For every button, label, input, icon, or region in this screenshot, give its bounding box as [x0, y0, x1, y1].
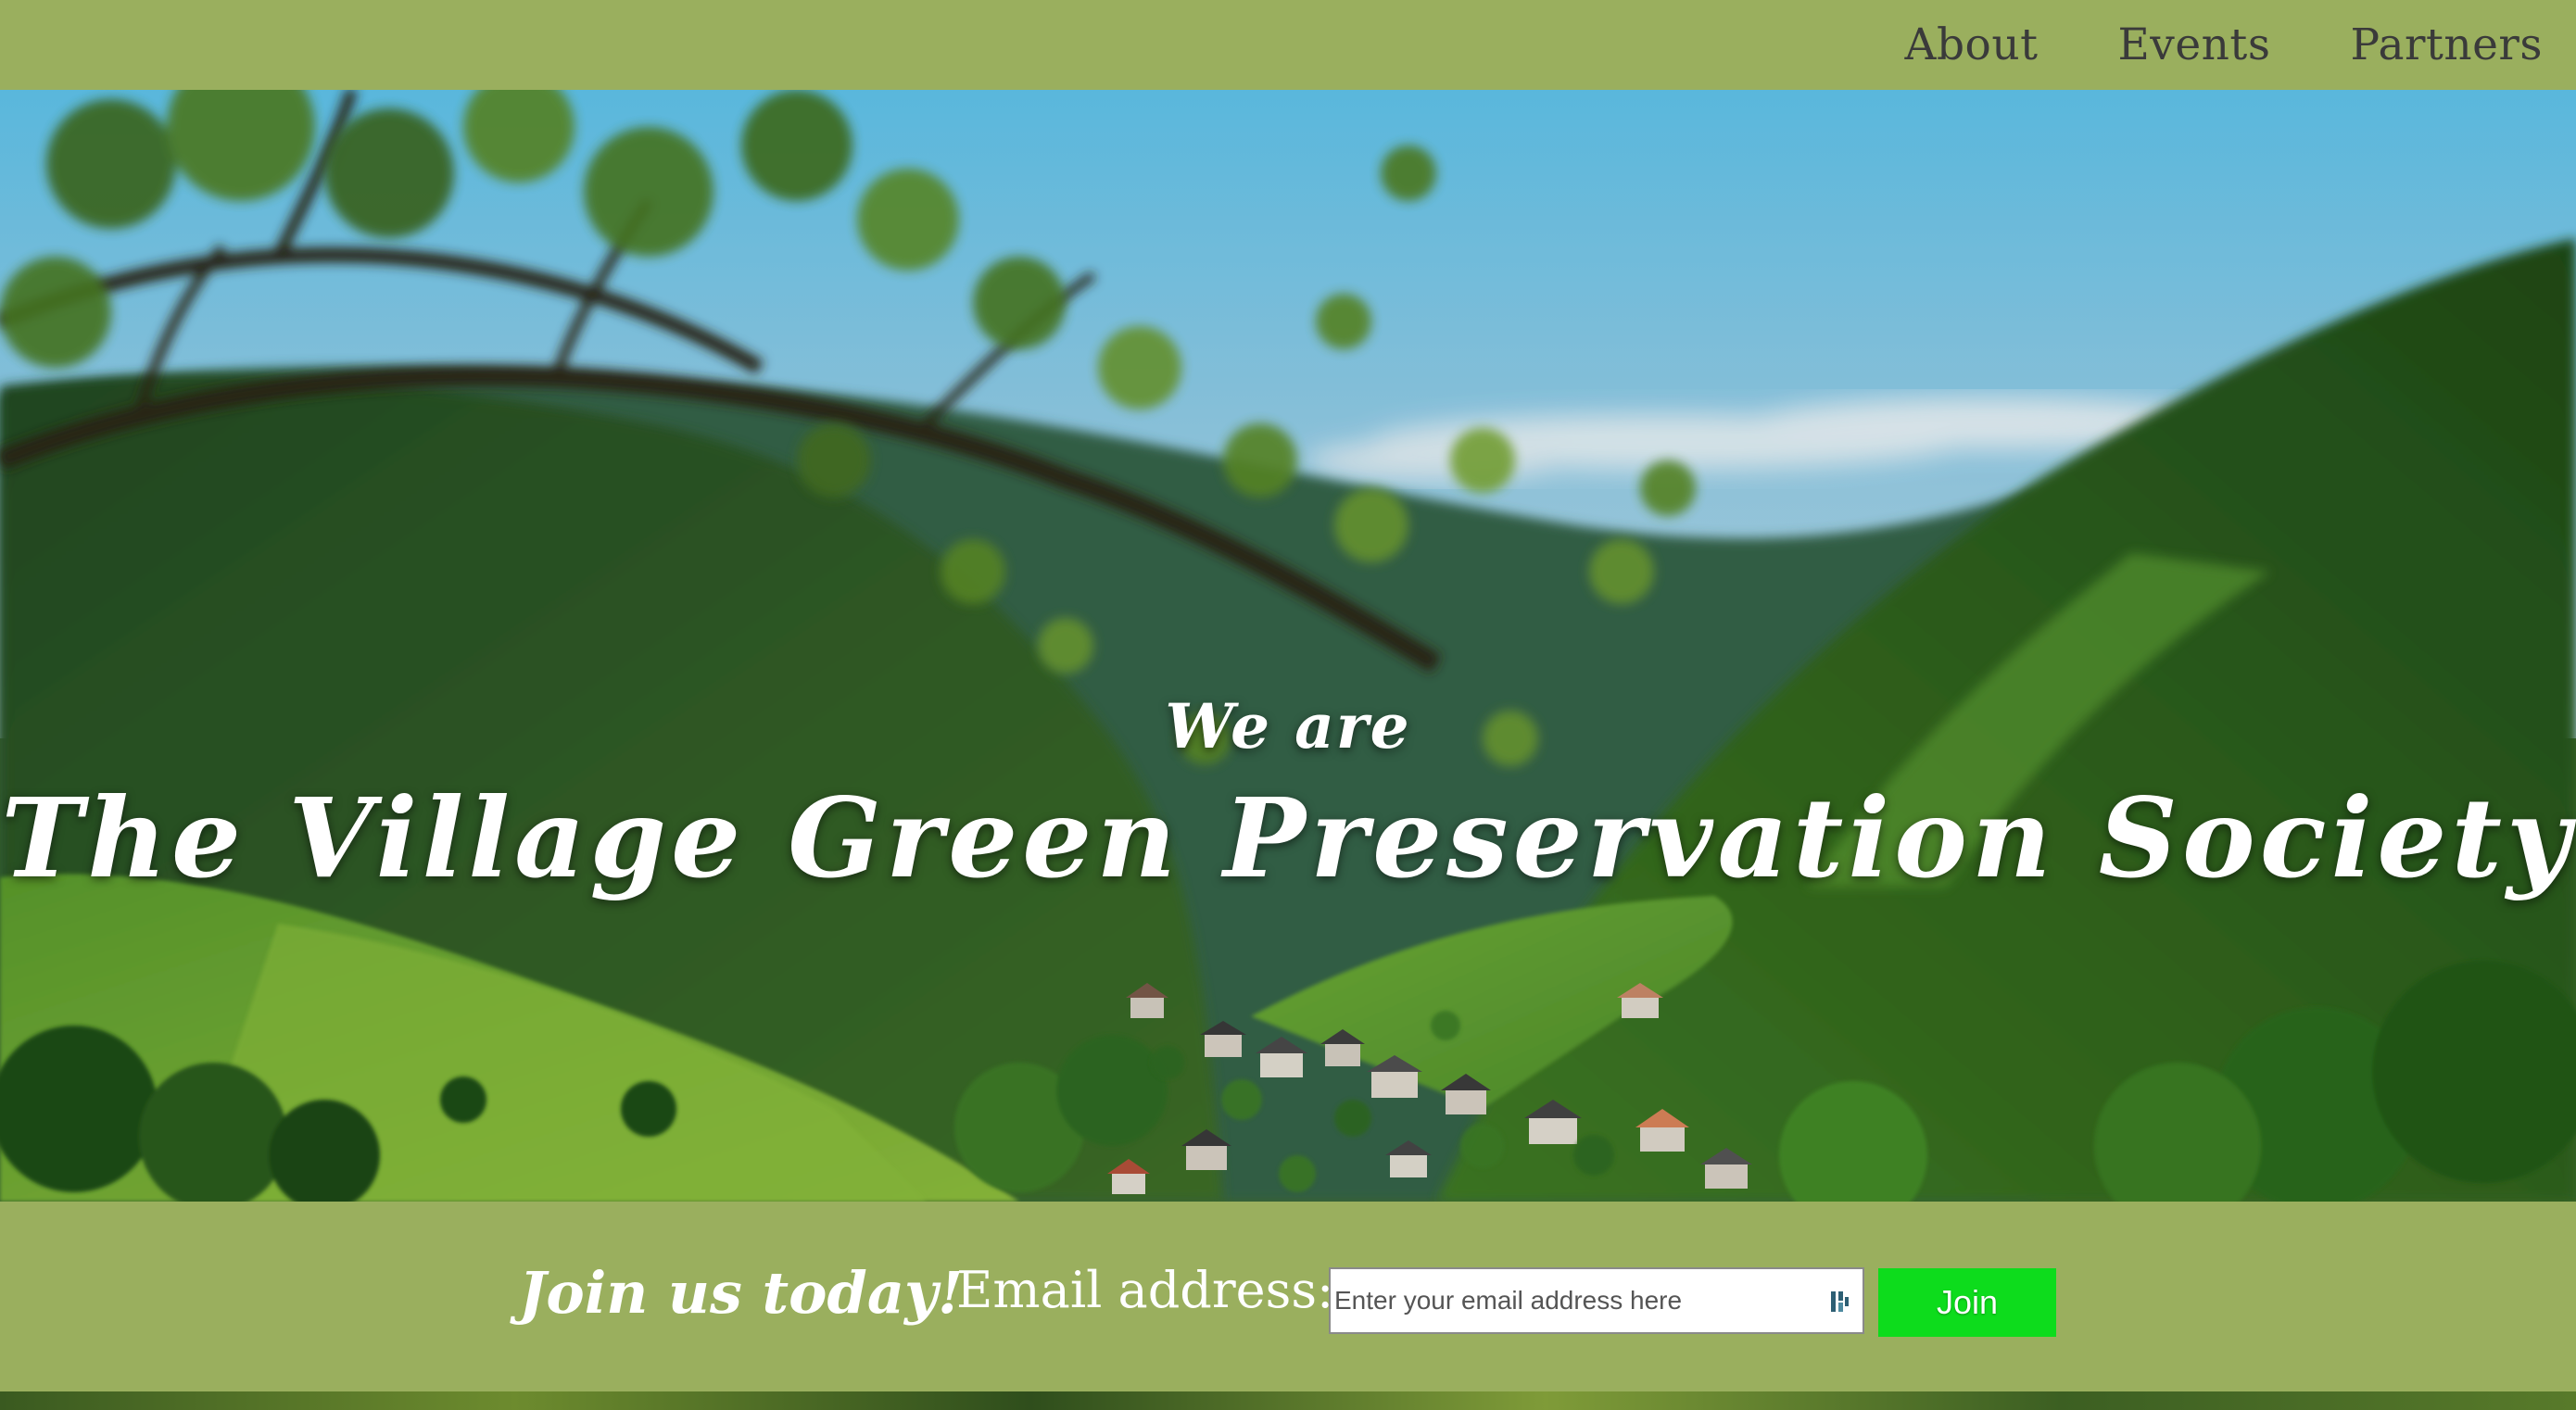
hero-title: The Village Green Preservation Society	[1, 774, 2575, 902]
main-nav: About Events Partners	[1905, 0, 2544, 90]
email-label: Email address:	[956, 1261, 1334, 1319]
top-nav-bar: About Events Partners	[0, 0, 2576, 90]
hero-section: We are The Village Green Preservation So…	[0, 90, 2576, 1202]
hero-background-image	[0, 90, 2576, 1202]
bottom-photo-strip	[0, 1391, 2576, 1410]
nav-link-events[interactable]: Events	[2117, 19, 2270, 70]
join-heading: Join us today!	[519, 1259, 964, 1327]
join-bar: Join us today! Email address: Join	[0, 1202, 2576, 1391]
join-button[interactable]: Join	[1878, 1268, 2056, 1337]
page: About Events Partners We are The Village…	[0, 0, 2576, 1410]
nav-link-partners[interactable]: Partners	[2350, 19, 2543, 70]
hero-subtitle: We are	[1165, 690, 1411, 762]
email-field-wrapper	[1329, 1267, 1864, 1334]
nav-link-about[interactable]: About	[1905, 19, 2039, 70]
password-manager-icon[interactable]	[1831, 1290, 1850, 1314]
email-input[interactable]	[1331, 1269, 1822, 1332]
